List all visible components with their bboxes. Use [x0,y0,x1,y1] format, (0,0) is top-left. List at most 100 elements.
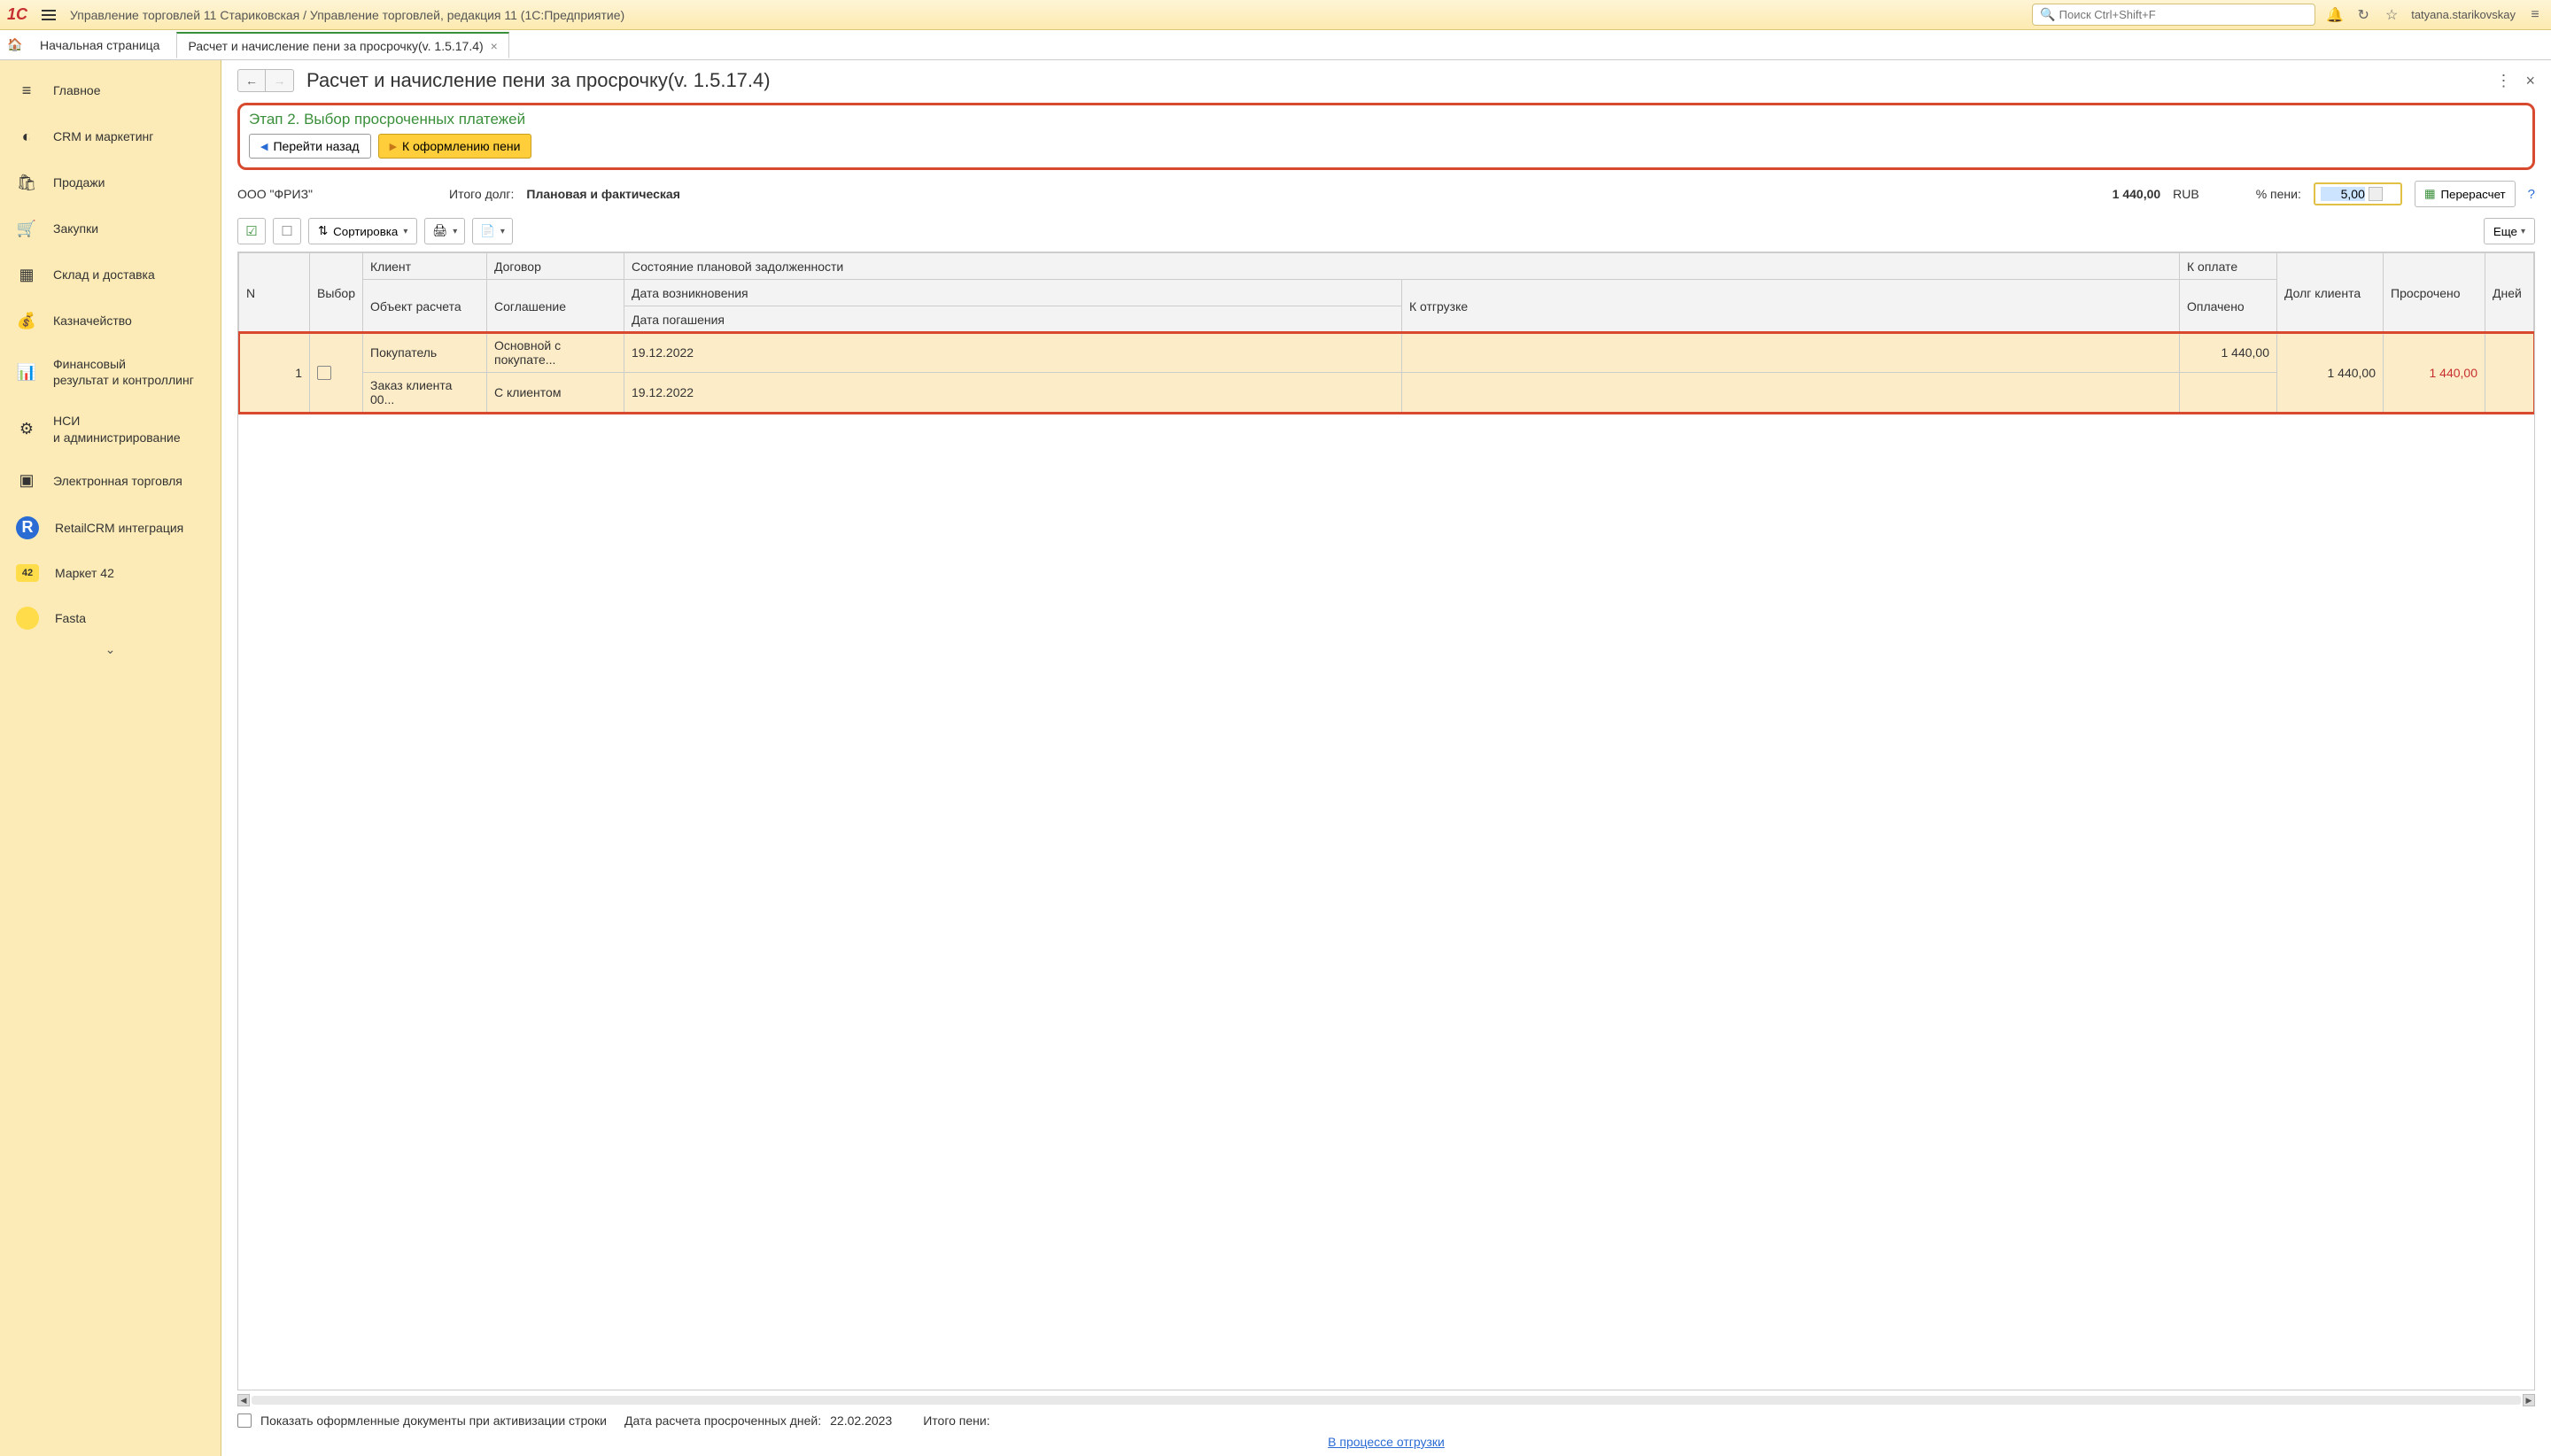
market42-icon: 42 [16,564,39,582]
page-title: Расчет и начисление пени за просрочку(v.… [306,69,771,92]
user-name[interactable]: tatyana.starikovskay [2411,8,2516,21]
sidebar-item-treasury[interactable]: 💰Казначейство [0,298,221,344]
recalc-button[interactable]: ▦Перерасчет [2415,181,2516,207]
app-logo: 1C [7,5,27,24]
check-all-button[interactable]: ☑ [237,218,266,244]
total-amount: 1 440,00 [2113,187,2161,201]
search-box[interactable]: 🔍 [2032,4,2315,26]
app-title: Управление торговлей 11 Стариковская / У… [70,8,624,22]
col-agreement[interactable]: Соглашение [487,280,624,333]
more-button[interactable]: Еще▾ [2484,218,2535,244]
cell-calcobj: Заказ клиента 00... [363,373,487,413]
table-row[interactable]: 1 Покупатель Основной с покупате... 19.1… [239,333,2534,413]
kebab-icon[interactable]: ⋮ [2495,72,2511,90]
sidebar-item-market42[interactable]: 42Маркет 42 [0,552,221,594]
calc-icon[interactable] [2369,187,2383,201]
back-button[interactable]: ← [237,69,266,92]
close-icon[interactable]: × [491,39,498,53]
cell-contract: Основной с покупате... [487,333,624,373]
star-icon[interactable]: ☆ [2383,6,2400,24]
bag-icon: 🛍 [16,172,37,193]
bell-icon[interactable]: 🔔 [2326,6,2344,24]
scroll-track[interactable] [252,1396,2521,1405]
col-days[interactable]: Дней [2485,253,2534,333]
show-docs-checkbox[interactable] [237,1413,252,1428]
horizontal-scrollbar[interactable]: ◀ ▶ [237,1394,2535,1406]
col-overdue[interactable]: Просрочено [2384,253,2485,333]
calc-date-label: Дата расчета просроченных дней: [624,1413,821,1428]
cell-checkbox[interactable] [310,333,363,413]
print-button[interactable]: 🖨▾ [424,218,465,244]
help-icon[interactable]: ? [2528,187,2535,202]
fasta-icon [16,607,39,630]
total-debt-label: Итого долг: [449,187,514,201]
export-button[interactable]: 📄▾ [472,218,513,244]
history-icon[interactable]: ↻ [2354,6,2372,24]
col-calcobj[interactable]: Объект расчета [363,280,487,333]
globe-icon: ▣ [16,470,37,492]
debt-type: Плановая и фактическая [526,187,680,201]
col-status[interactable]: Состояние плановой задолженности [624,253,2180,280]
close-icon[interactable]: × [2525,72,2535,90]
sidebar-item-warehouse[interactable]: ▦Склад и доставка [0,252,221,298]
col-topay[interactable]: К оплате [2180,253,2277,280]
data-table: N Выбор Клиент Договор Состояние планово… [237,252,2535,1390]
sidebar-item-finance[interactable]: 📊Финансовый результат и контроллинг [0,344,221,400]
col-toship[interactable]: К отгрузке [1402,280,2180,333]
scroll-left-icon[interactable]: ◀ [237,1394,250,1406]
chevron-down-icon: ▾ [2521,227,2525,236]
col-contract[interactable]: Договор [487,253,624,280]
print-icon: 🖨 [432,224,447,238]
step-title: Этап 2. Выбор просроченных платежей [249,111,2524,128]
boxes-icon: ▦ [16,264,37,285]
scroll-right-icon[interactable]: ▶ [2523,1394,2535,1406]
col-paid[interactable]: Оплачено [2180,280,2277,333]
cell-paid [2180,373,2277,413]
col-date-occur[interactable]: Дата возникновения [624,280,1402,306]
tab-home[interactable]: Начальная страница [28,32,171,58]
tab-active[interactable]: Расчет и начисление пени за просрочку(v.… [176,32,508,58]
sidebar-item-sales[interactable]: 🛍Продажи [0,159,221,205]
col-client[interactable]: Клиент [363,253,487,280]
chevron-down-icon: ▾ [453,227,457,236]
cell-client: Покупатель [363,333,487,373]
scroll-down-icon[interactable]: ⌄ [0,642,221,657]
search-input[interactable] [2059,8,2308,21]
col-select[interactable]: Выбор [310,253,363,333]
sidebar-item-crm[interactable]: ◐CRM и маркетинг [0,113,221,159]
gear-icon: ⚙ [16,419,37,440]
menu-icon: ≡ [16,80,37,101]
sort-button[interactable]: ⇅Сортировка▾ [308,218,417,244]
right-arrow-icon: ▶ [390,141,397,152]
uncheck-all-button[interactable]: ☐ [273,218,301,244]
forward-button: → [266,69,294,92]
col-date-pay[interactable]: Дата погашения [624,306,1402,333]
sidebar-item-nsi[interactable]: ⚙НСИ и администрирование [0,400,221,457]
col-debt[interactable]: Долг клиента [2277,253,2384,333]
cell-date-pay: 19.12.2022 [624,373,1402,413]
settings-icon[interactable]: ≡ [2526,6,2544,24]
pct-input[interactable] [2321,187,2365,201]
col-n[interactable]: N [239,253,310,333]
menu-toggle[interactable] [36,3,61,27]
cell-debt: 1 440,00 [2277,333,2384,413]
sidebar-item-purchases[interactable]: 🛒Закупки [0,205,221,252]
home-icon[interactable]: 🏠 [7,37,23,53]
money-icon: 💰 [16,310,37,331]
go-back-button[interactable]: ◀Перейти назад [249,134,371,159]
to-penalty-button[interactable]: ▶К оформлению пени [378,134,532,159]
tab-label: Расчет и начисление пени за просрочку(v.… [188,39,483,53]
sidebar: ≡Главное ◐CRM и маркетинг 🛍Продажи 🛒Заку… [0,60,221,1456]
shipping-link[interactable]: В процессе отгрузки [1328,1435,1445,1449]
sort-icon: ⇅ [318,224,328,238]
sidebar-item-fasta[interactable]: Fasta [0,594,221,642]
sidebar-item-ecom[interactable]: ▣Электронная торговля [0,458,221,504]
cell-empty [1402,373,2180,413]
search-icon: 🔍 [2040,7,2055,22]
sidebar-item-main[interactable]: ≡Главное [0,67,221,113]
cell-days [2485,333,2534,413]
sidebar-item-retailcrm[interactable]: RRetailCRM интеграция [0,504,221,552]
currency: RUB [2173,187,2199,201]
pct-input-wrap[interactable] [2314,182,2402,205]
cell-overdue: 1 440,00 [2384,333,2485,413]
